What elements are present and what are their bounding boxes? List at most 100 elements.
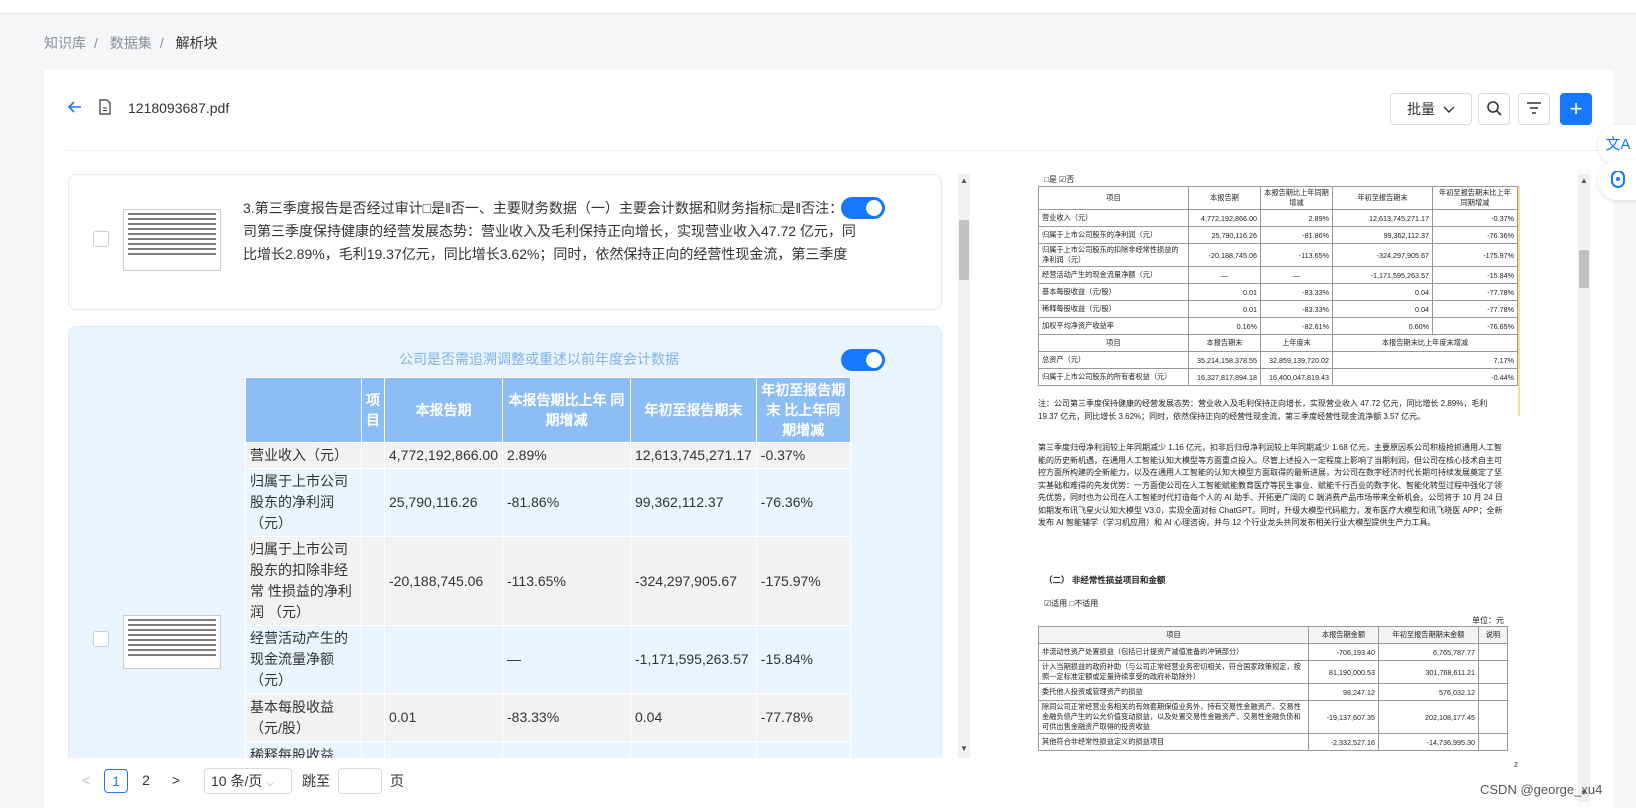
pdf-preview: □是 ☑否 项目 本报告期 本报告期比上年同期增减 年初至报告期末 年初至报告期… — [1038, 172, 1518, 772]
scroll-up-icon[interactable]: ▲ — [1580, 176, 1588, 185]
doc-cell: -76.36% — [1432, 226, 1518, 244]
jump-label: 跳至 — [302, 773, 330, 789]
breadcrumb-dataset[interactable]: 数据集 — [110, 35, 152, 51]
doc-paragraph: 注：公司第三季度保持健康的经营发展态势：营业收入及毛利保持正向增长，实现营业收入… — [1038, 399, 1488, 421]
table-cell — [361, 536, 385, 626]
chunk-list: 3.第三季度报告是否经过审计□是‖否一、主要财务数据（一）主要会计数据和财务指标… — [66, 172, 946, 758]
filter-icon — [1526, 101, 1542, 118]
chunk-text: 3.第三季度报告是否经过审计□是‖否一、主要财务数据（一）主要会计数据和财务指标… — [243, 200, 858, 262]
doc-cell: -76.65% — [1432, 317, 1518, 335]
table-cell — [361, 442, 385, 469]
table-header: 年初至报告期末 比上年同期增减 — [755, 377, 851, 443]
scroll-down-icon[interactable]: ▼ — [960, 744, 968, 753]
doc-cell: -15.84% — [1432, 266, 1518, 284]
chunk-list-scrollbar[interactable]: ▲ ▼ — [958, 174, 970, 758]
breadcrumb-knowledge-base[interactable]: 知识库 — [44, 35, 86, 51]
doc-cell: -0.44% — [1332, 368, 1518, 386]
doc-cell: 0.04 — [1332, 300, 1433, 318]
doc-cell: 6,765,787.77 — [1378, 643, 1479, 661]
batch-label: 批量 — [1407, 101, 1435, 117]
prev-page-icon[interactable]: < — [74, 769, 98, 793]
doc-cell: 0.01 — [1188, 300, 1261, 318]
table-cell: 25,790,116.26 — [384, 468, 503, 537]
table-cell: 4,772,192,866.00 — [384, 442, 503, 469]
next-page-icon[interactable]: > — [164, 769, 188, 793]
pagination: < 1 2 > 10 条/页 ⌵ 跳至 页 — [74, 768, 404, 794]
table-header: 项目 — [361, 377, 385, 443]
doc-cell: -82.61% — [1260, 317, 1333, 335]
doc-paragraph: 第三季度归母净利润较上年同期减少 1.16 亿元，扣非后归母净利润较上年同期减少… — [1038, 443, 1503, 527]
table-cell — [361, 693, 385, 742]
table-cell: -77.78% — [755, 693, 851, 742]
watermark: CSDN @george_xu4 — [1480, 782, 1603, 797]
chunk-enable-toggle[interactable] — [841, 349, 885, 371]
doc-cell: 营业收入（元） — [1038, 209, 1189, 227]
doc-cell: 0.60% — [1332, 317, 1433, 335]
doc-cell: 99,362,112.37 — [1332, 226, 1433, 244]
chevron-down-icon — [1443, 101, 1455, 117]
doc-cell — [1478, 683, 1508, 701]
doc-cell: -20,188,745.06 — [1188, 243, 1261, 267]
table-cell: 营业收入（元） — [245, 442, 362, 469]
page-1[interactable]: 1 — [104, 769, 128, 793]
doc-cell: 0.01 — [1188, 283, 1261, 301]
chunk-enable-toggle[interactable] — [841, 197, 885, 219]
table-cell: -83.33% — [502, 741, 631, 758]
doc-cell: 16,327,817,894.18 — [1188, 368, 1261, 386]
doc-cell: 0.16% — [1188, 317, 1261, 335]
table-cell: -76.36% — [755, 468, 851, 537]
table-cell — [384, 625, 503, 694]
scroll-up-icon[interactable]: ▲ — [960, 176, 968, 185]
table-cell: 经营活动产生的现金流量净额 （元） — [245, 625, 362, 694]
doc-cell: 归属于上市公司股东的所有者权益（元） — [1038, 368, 1189, 386]
pdf-preview-scrollbar[interactable]: ▲ ▼ — [1578, 174, 1590, 802]
doc-cell: 本报告期 — [1188, 186, 1261, 210]
doc-cell: 项目 — [1038, 186, 1189, 210]
doc-cell: -324,297,905.67 — [1332, 243, 1433, 267]
doc-cell: 除同公司正常经营业务相关的有效套期保值业务外，持有交易性金融资产、交易性金融负债… — [1038, 700, 1309, 734]
doc-table-2: 项目 本报告期金额 年初至报告期期末金额 说明 非流动性资产处置损益（包括已计提资产减… — [1038, 626, 1508, 751]
table-cell — [361, 625, 385, 694]
doc-cell: 年初至报告期末比上年同期增减 — [1432, 186, 1518, 210]
doc-cell: -83.33% — [1260, 300, 1333, 318]
doc-cell: -0.37% — [1432, 209, 1518, 227]
doc-section-title: （二） 非经常性损益项目和金额 — [1044, 575, 1166, 585]
doc-cell: 经营活动产生的现金流量净额（元） — [1038, 266, 1189, 284]
scrollbar-thumb[interactable] — [959, 220, 969, 280]
doc-cell: 0.04 — [1332, 283, 1433, 301]
assistant-icon[interactable] — [1598, 160, 1636, 200]
doc-cell: -83.33% — [1260, 283, 1333, 301]
doc-cell: 其他符合非经常性损益定义的损益项目 — [1038, 733, 1309, 751]
filter-button[interactable] — [1518, 93, 1550, 125]
page-2[interactable]: 2 — [134, 769, 158, 793]
doc-cell: 说明 — [1478, 626, 1508, 644]
doc-cell: 计入当期损益的政府补助（与公司正常经营业务密切相关，符合国家政策规定，按照一定标… — [1038, 660, 1309, 684]
chunk-checkbox[interactable] — [93, 631, 109, 647]
table-cell: -0.37% — [755, 442, 851, 469]
search-button[interactable] — [1478, 93, 1510, 125]
doc-cell: — — [1188, 266, 1261, 284]
chunk-card[interactable]: 3.第三季度报告是否经过审计□是‖否一、主要财务数据（一）主要会计数据和财务指标… — [68, 174, 942, 310]
page-size-select[interactable]: 10 条/页 ⌵ — [204, 768, 292, 794]
add-chunk-button[interactable]: + — [1560, 93, 1592, 125]
batch-dropdown[interactable]: 批量 — [1390, 93, 1472, 125]
jump-input[interactable] — [338, 768, 382, 794]
doc-cell: 归属于上市公司股东的扣除非经常性损益的净利润（元） — [1038, 243, 1189, 267]
doc-cell: 上年度末 — [1260, 334, 1333, 352]
translate-icon[interactable]: 文A — [1598, 125, 1636, 165]
back-arrow-icon[interactable] — [66, 98, 84, 116]
breadcrumb: 知识库 / 数据集 / 解析块 — [44, 35, 218, 51]
doc-cell: 12,613,745,271.17 — [1332, 209, 1433, 227]
table-row: 稀释每股收益（元/股） 0.01 -83.33% 0.04 -77.78% — [245, 741, 851, 758]
chunk-card-selected[interactable]: 公司是否需追溯调整或重述以前年度会计数据 项目 本报告期 本报告期比上年 同期增… — [68, 326, 942, 758]
doc-cell: 16,400,047,819.43 — [1260, 368, 1333, 386]
table-cell: 2.89% — [502, 442, 631, 469]
table-cell: -77.78% — [755, 741, 851, 758]
chunk-checkbox[interactable] — [93, 231, 109, 247]
doc-cell: 项目 — [1038, 334, 1189, 352]
doc-cell: 基本每股收益（元/股） — [1038, 283, 1189, 301]
table-cell: 稀释每股收益（元/股） — [245, 741, 362, 758]
doc-cell: -19,137,607.35 — [1308, 700, 1379, 734]
scrollbar-thumb[interactable] — [1579, 250, 1589, 288]
table-row: 基本每股收益（元/股） 0.01 -83.33% 0.04 -77.78% — [245, 693, 851, 742]
